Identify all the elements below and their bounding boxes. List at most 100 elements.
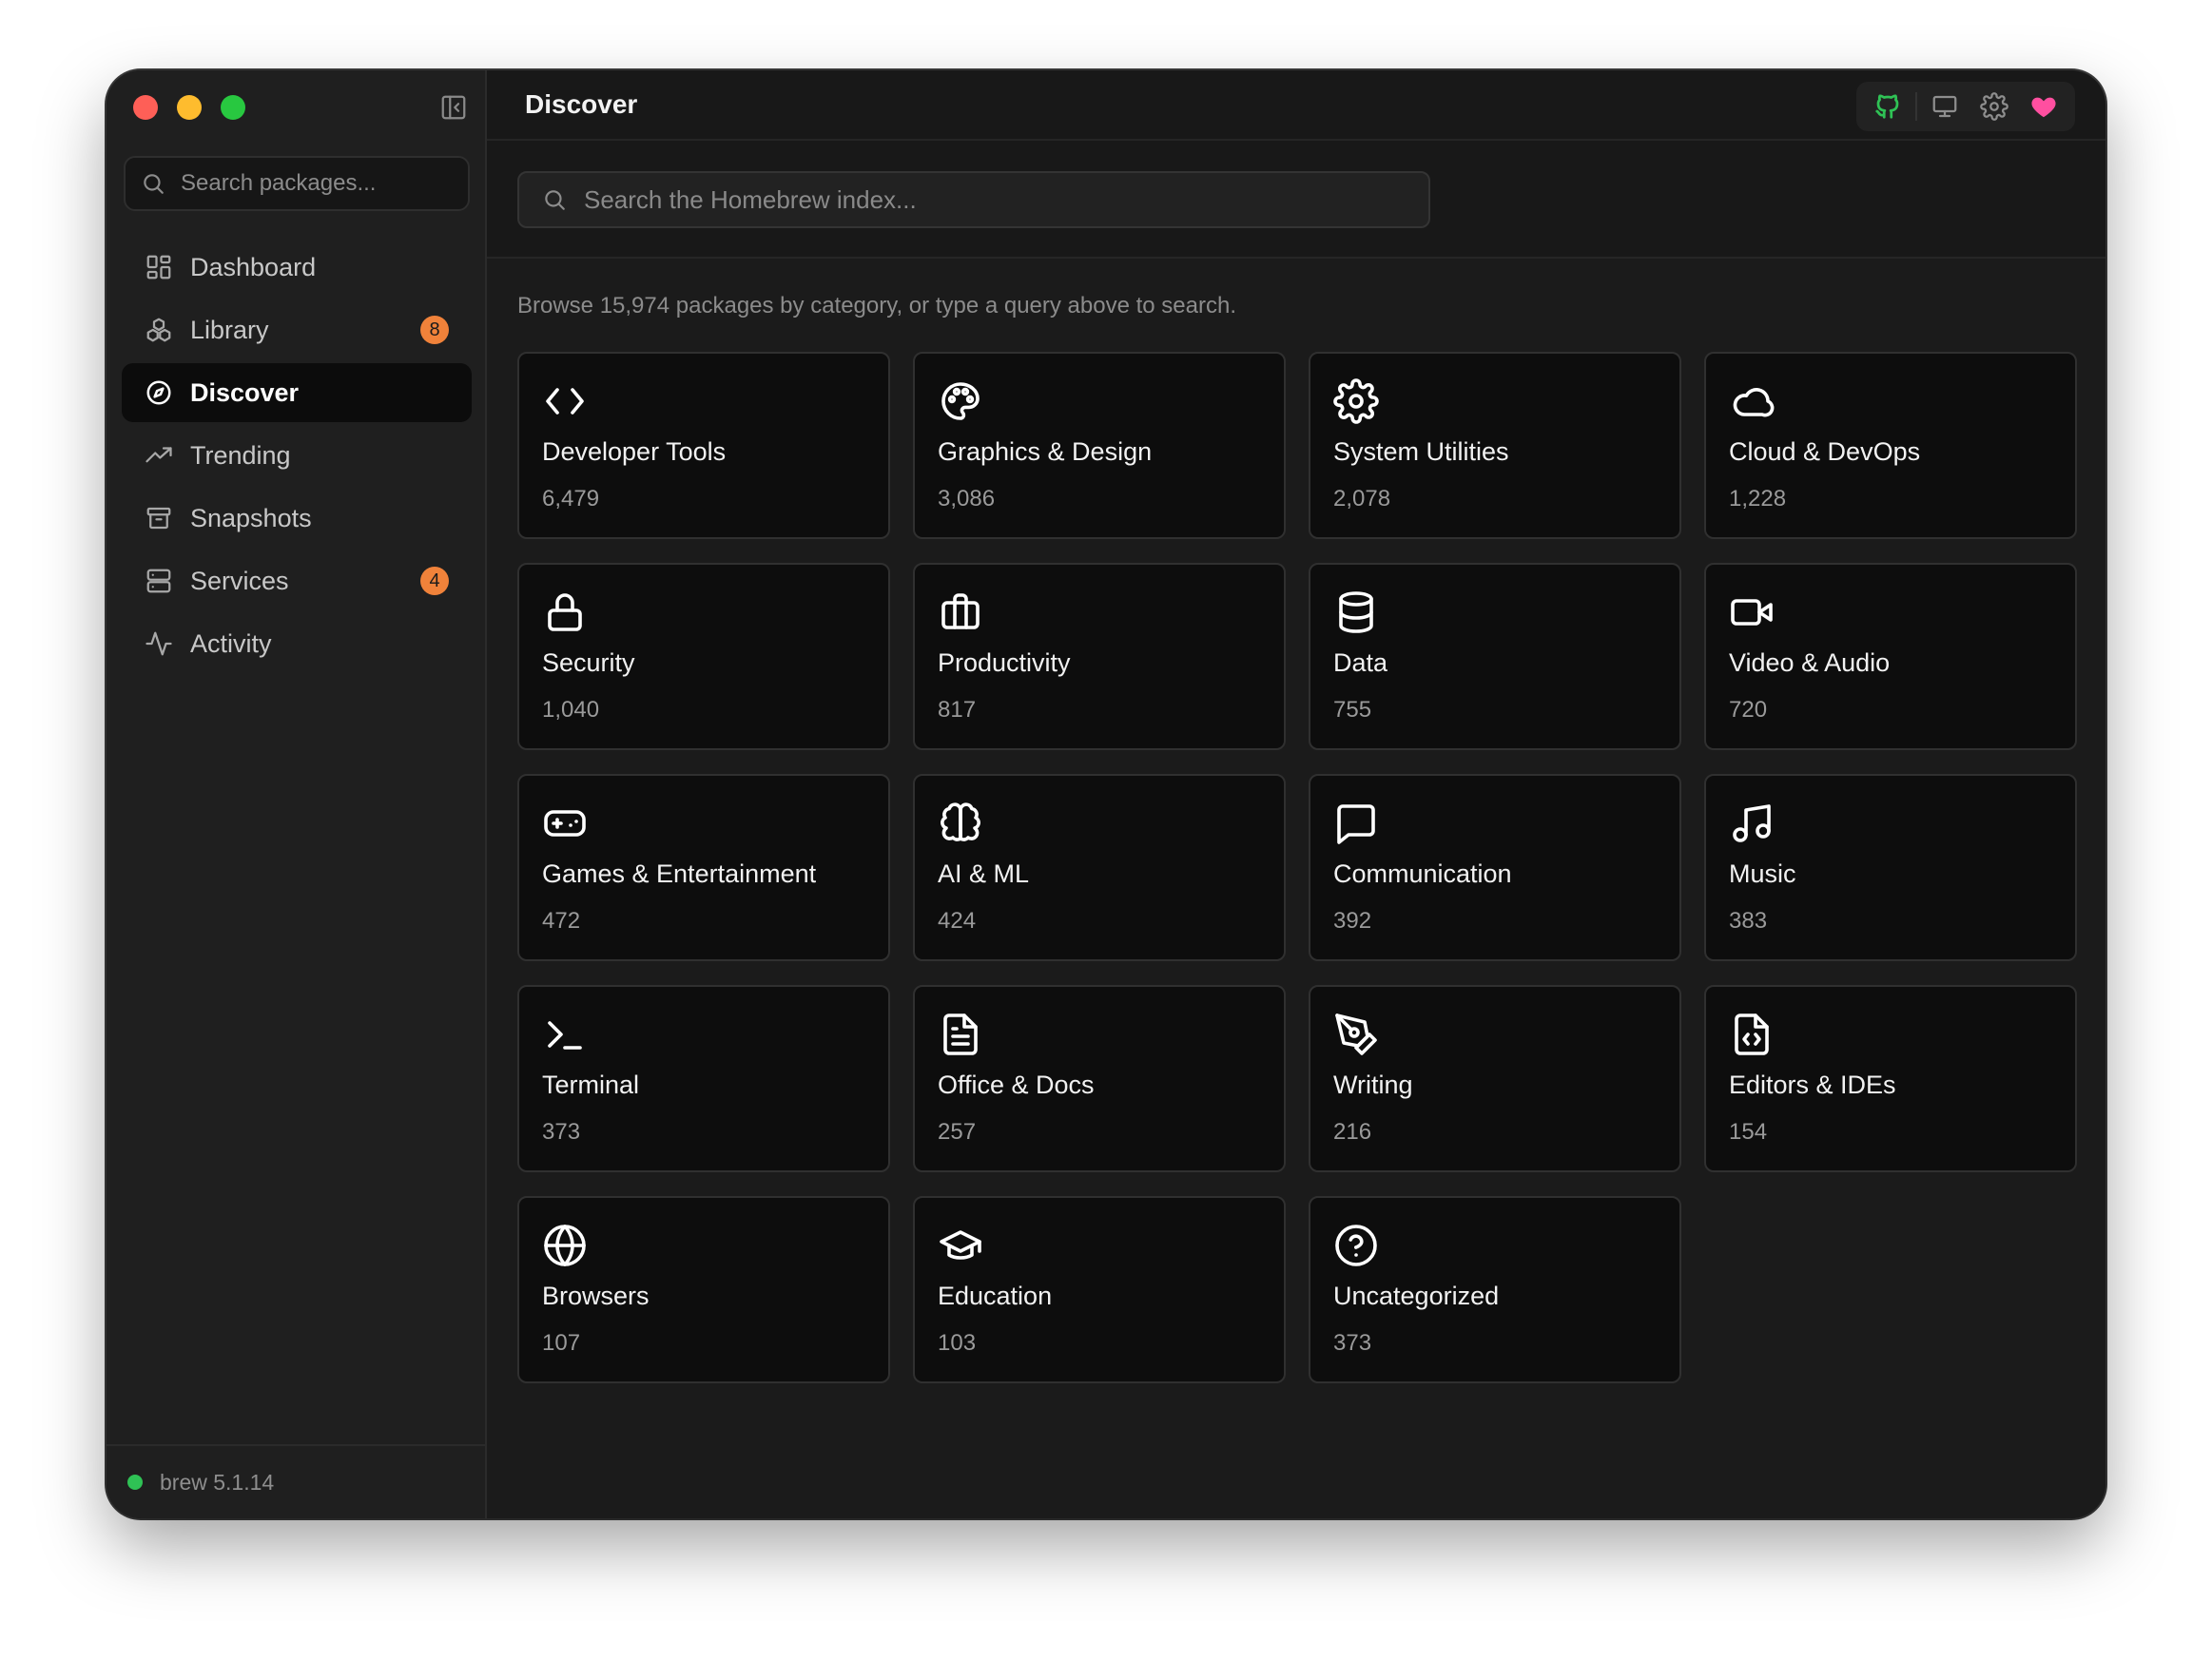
category-name: Editors & IDEs	[1729, 1071, 1896, 1099]
library-icon	[146, 318, 171, 342]
brain-icon	[941, 802, 980, 841]
minimize-window-button[interactable]	[177, 95, 202, 120]
category-card-video-audio[interactable]: Video & Audio 720	[1704, 563, 2077, 750]
category-card-data[interactable]: Data 755	[1309, 563, 1681, 750]
dashboard-icon	[146, 255, 171, 280]
category-card-graphics-design[interactable]: Graphics & Design 3,086	[913, 352, 1286, 539]
status-indicator	[127, 1475, 143, 1490]
category-name: Communication	[1333, 859, 1512, 888]
category-name: System Utilities	[1333, 437, 1509, 466]
gamepad-icon	[544, 810, 586, 837]
category-name: Video & Audio	[1729, 648, 1891, 677]
close-window-button[interactable]	[133, 95, 158, 120]
server-icon	[146, 569, 171, 593]
category-name: Music	[1729, 859, 1796, 888]
help-circle-icon	[1335, 1225, 1377, 1266]
sidebar-item-trending[interactable]: Trending	[122, 426, 472, 485]
sidebar-item-services[interactable]: Services 4	[122, 551, 472, 610]
search-icon	[545, 190, 565, 210]
code-file-icon	[1735, 1013, 1769, 1055]
services-count-badge: 4	[420, 567, 449, 595]
category-card-terminal[interactable]: Terminal 373	[517, 985, 890, 1172]
category-name: Graphics & Design	[938, 437, 1153, 466]
category-name: AI & ML	[938, 859, 1030, 888]
category-count: 216	[1333, 1119, 1372, 1145]
pen-icon	[1335, 1013, 1377, 1055]
category-name: Cloud & DevOps	[1729, 437, 1921, 466]
category-count: 1,040	[542, 697, 600, 723]
database-icon	[1339, 591, 1373, 633]
category-card-productivity[interactable]: Productivity 817	[913, 563, 1286, 750]
sidebar: Dashboard Library 8 Discover Trending Sn…	[107, 70, 487, 1518]
category-count: 1,228	[1729, 486, 1787, 512]
category-card-cloud-devops[interactable]: Cloud & DevOps 1,228	[1704, 352, 2077, 539]
sidebar-nav: Dashboard Library 8 Discover Trending Sn…	[122, 238, 472, 677]
category-card-security[interactable]: Security 1,040	[517, 563, 890, 750]
category-card-editors-ides[interactable]: Editors & IDEs 154	[1704, 985, 2077, 1172]
category-count: 472	[542, 908, 581, 934]
library-count-badge: 8	[420, 316, 449, 344]
terminal-icon	[548, 1021, 582, 1050]
window-controls	[133, 95, 245, 120]
cloud-icon	[1733, 388, 1775, 417]
category-count: 2,078	[1333, 486, 1391, 512]
sidebar-search-input[interactable]	[181, 170, 456, 197]
category-card-office-docs[interactable]: Office & Docs 257	[913, 985, 1286, 1172]
sidebar-item-label: Library	[190, 315, 269, 344]
category-count: 817	[938, 697, 977, 723]
category-name: Terminal	[542, 1071, 640, 1099]
category-card-writing[interactable]: Writing 216	[1309, 985, 1681, 1172]
category-count: 103	[938, 1330, 977, 1356]
category-count: 257	[938, 1119, 977, 1145]
sidebar-item-discover[interactable]: Discover	[122, 363, 472, 422]
category-card-education[interactable]: Education 103	[913, 1196, 1286, 1383]
category-card-music[interactable]: Music 383	[1704, 774, 2077, 961]
sponsor-button[interactable]	[2022, 85, 2066, 128]
category-card-ai-ml[interactable]: AI & ML 424	[913, 774, 1286, 961]
search-icon	[144, 174, 164, 194]
globe-icon	[544, 1225, 586, 1266]
category-count: 720	[1729, 697, 1768, 723]
briefcase-icon	[941, 593, 980, 629]
sidebar-footer: brew 5.1.14	[107, 1444, 485, 1518]
display-button[interactable]	[1923, 85, 1967, 128]
gear-icon	[1980, 92, 2008, 121]
archive-icon	[146, 507, 171, 530]
category-card-communication[interactable]: Communication 392	[1309, 774, 1681, 961]
activity-icon	[146, 631, 172, 656]
github-button[interactable]	[1866, 85, 1910, 128]
category-card-system-utilities[interactable]: System Utilities 2,078	[1309, 352, 1681, 539]
sidebar-item-library[interactable]: Library 8	[122, 300, 472, 359]
sidebar-item-dashboard[interactable]: Dashboard	[122, 238, 472, 297]
category-card-games-entertainment[interactable]: Games & Entertainment 472	[517, 774, 890, 961]
category-name: Security	[542, 648, 635, 677]
category-count: 6,479	[542, 486, 600, 512]
sidebar-toggle-icon[interactable]	[439, 93, 468, 122]
titlebar-divider	[487, 139, 2105, 141]
sidebar-item-snapshots[interactable]: Snapshots	[122, 489, 472, 548]
category-card-browsers[interactable]: Browsers 107	[517, 1196, 890, 1383]
category-card-uncategorized[interactable]: Uncategorized 373	[1309, 1196, 1681, 1383]
music-icon	[1733, 804, 1771, 842]
main-content: Discover Browse 15,974 packages by categ…	[487, 70, 2105, 1518]
category-name: Data	[1333, 648, 1388, 677]
category-count: 107	[542, 1330, 581, 1356]
sidebar-item-label: Trending	[190, 440, 291, 470]
sidebar-item-label: Services	[190, 566, 289, 595]
palette-icon	[941, 382, 980, 420]
homebrew-search[interactable]	[517, 171, 1430, 228]
category-count: 154	[1729, 1119, 1768, 1145]
compass-icon	[146, 380, 171, 405]
sidebar-item-activity[interactable]: Activity	[122, 614, 472, 673]
category-card-developer-tools[interactable]: Developer Tools 6,479	[517, 352, 890, 539]
zoom-window-button[interactable]	[221, 95, 245, 120]
settings-button[interactable]	[1972, 85, 2016, 128]
sidebar-item-label: Discover	[190, 377, 300, 407]
toolbar-divider	[1915, 92, 1917, 121]
sidebar-search[interactable]	[124, 156, 470, 211]
category-count: 424	[938, 908, 977, 934]
code-icon	[546, 388, 584, 415]
sidebar-item-label: Snapshots	[190, 503, 312, 532]
category-count: 373	[542, 1119, 581, 1145]
homebrew-search-input[interactable]	[584, 184, 1421, 215]
